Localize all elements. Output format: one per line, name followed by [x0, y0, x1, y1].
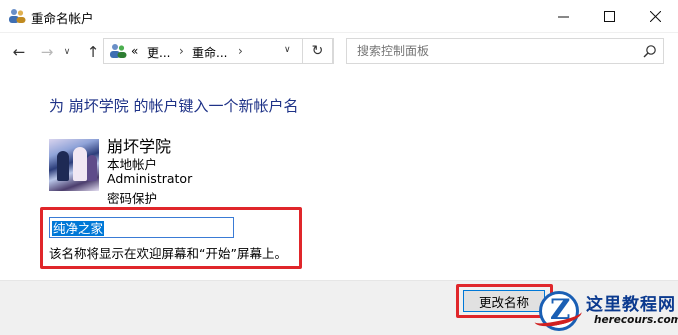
up-button[interactable]: ↑: [82, 41, 104, 63]
control-panel-icon: [110, 44, 127, 58]
up-arrow-icon: ↑: [86, 43, 100, 61]
account-group: Administrator: [107, 171, 193, 186]
minimize-button[interactable]: [540, 0, 586, 32]
back-button[interactable]: ←: [8, 41, 30, 63]
watermark-url: herecours.com: [594, 314, 678, 326]
watermark-logo: Z 这里教程网 herecours.com: [532, 289, 678, 335]
recent-locations-button[interactable]: ∨: [60, 41, 74, 63]
forward-button[interactable]: →: [36, 41, 58, 63]
refresh-icon: ↻: [311, 43, 324, 59]
search-input[interactable]: [355, 43, 625, 59]
address-bar[interactable]: « 更... › 重命... › ∨: [103, 38, 334, 64]
breadcrumb-separator[interactable]: ›: [238, 44, 243, 58]
address-dropdown-icon[interactable]: ∨: [284, 45, 291, 55]
title-bar: 重命名帐户: [0, 0, 678, 33]
breadcrumb-item-2[interactable]: 重命...: [192, 44, 227, 61]
watermark-title: 这里教程网: [586, 295, 676, 315]
minimize-icon: [557, 16, 569, 17]
close-icon: [649, 10, 661, 22]
window-title: 重命名帐户: [31, 11, 94, 26]
navigation-bar: ← → ∨ ↑ « 更... › 重命... › ∨ ↻: [0, 33, 678, 71]
search-icon: [643, 45, 656, 58]
maximize-icon: [603, 10, 615, 22]
back-arrow-icon: ←: [12, 43, 26, 61]
account-password-status: 密码保护: [107, 191, 158, 206]
users-icon: [9, 9, 26, 23]
search-box[interactable]: [346, 38, 664, 64]
forward-arrow-icon: →: [40, 43, 54, 61]
highlight-box-name-field: [40, 207, 302, 269]
account-avatar: [49, 139, 99, 191]
breadcrumb-item-1[interactable]: 更...: [147, 44, 170, 61]
chevron-down-icon: ∨: [63, 47, 71, 57]
breadcrumb-overflow[interactable]: «: [131, 44, 138, 58]
close-button[interactable]: [632, 0, 678, 32]
page-heading: 为 崩坏学院 的帐户键入一个新帐户名: [49, 97, 299, 115]
breadcrumb-separator[interactable]: ›: [179, 44, 184, 58]
maximize-button[interactable]: [586, 0, 632, 32]
refresh-button[interactable]: ↻: [302, 38, 333, 64]
